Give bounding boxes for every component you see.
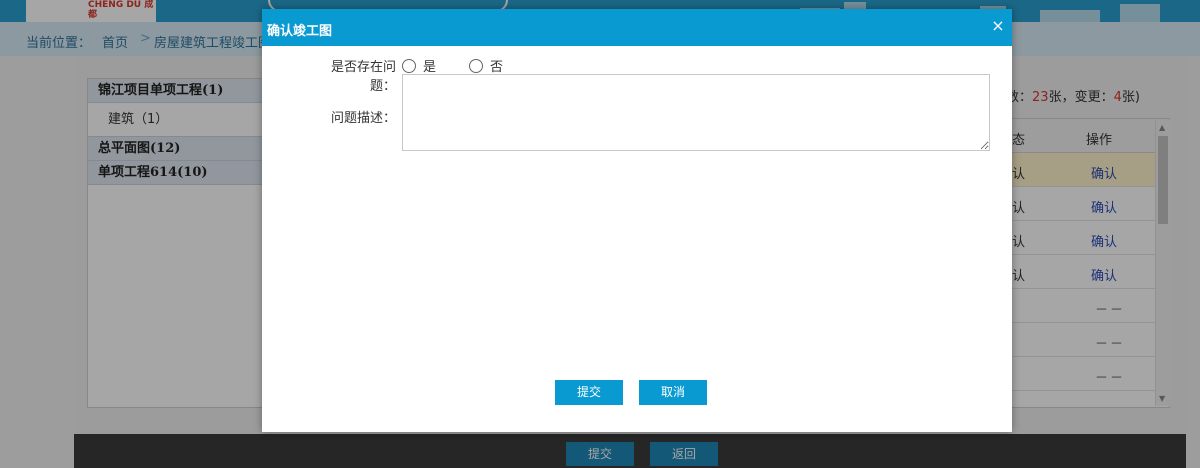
dialog-submit-button[interactable]: 提交 — [555, 380, 623, 405]
radio-circle-icon[interactable] — [469, 58, 483, 73]
dialog-header: 确认竣工图 × — [262, 9, 1012, 46]
dialog-cancel-button[interactable]: 取消 — [639, 380, 707, 405]
close-icon[interactable]: × — [990, 17, 1006, 35]
radio-circle-icon[interactable] — [402, 58, 416, 73]
radio-yes-label: 是 — [423, 60, 437, 75]
description-label: 问题描述： — [330, 111, 396, 126]
dialog-title: 确认竣工图 — [267, 24, 333, 39]
radio-yes[interactable]: 是 — [402, 56, 436, 75]
radio-no[interactable]: 否 — [469, 56, 503, 75]
radio-no-label: 否 — [490, 60, 504, 75]
confirm-drawing-dialog: 确认竣工图 × 是否存在问题： 是 否 问题描述： 提交 取消 — [262, 9, 1012, 432]
problem-question-label: 是否存在问题： — [330, 60, 396, 94]
problem-description-input[interactable] — [402, 74, 990, 151]
